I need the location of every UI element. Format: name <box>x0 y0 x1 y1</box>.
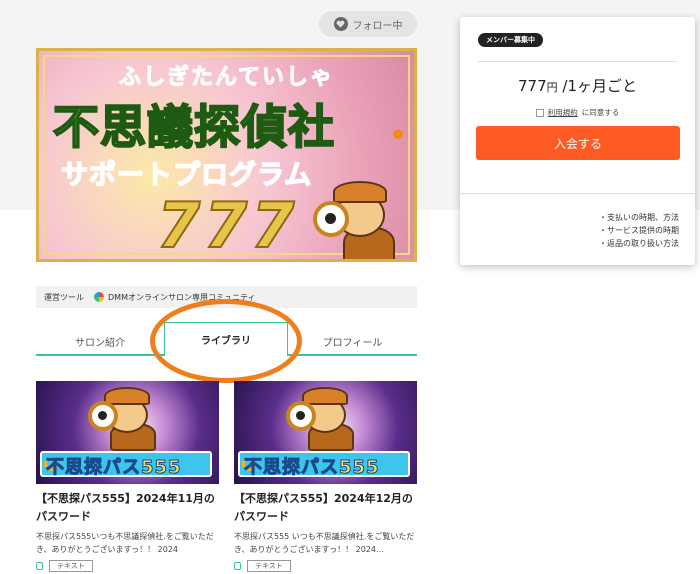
tools-label: 運営ツール <box>44 292 84 302</box>
banner-subtitle: サポートプログラム <box>60 159 313 192</box>
card-excerpt: 不思探パス555 いつも不思議探偵社.をご覧いただき、ありがとうございますっ！！… <box>234 532 415 554</box>
content-type-tag: テキスト <box>247 560 291 572</box>
salon-banner: ふしぎたんていしゃ 不思議探偵社 サポートプログラム 777 <box>36 48 417 262</box>
card-thumbnail: 不思探パス555 <box>36 381 219 484</box>
price-unit: 円 <box>546 81 558 94</box>
highlight-circle <box>150 299 302 383</box>
follow-label: フォロー中 <box>352 20 403 32</box>
terms-agreement: 利用規約 に同意する <box>460 107 695 118</box>
thumb-caption: 不思探パス555 <box>244 457 380 479</box>
lock-icon <box>36 562 43 570</box>
thumb-caption: 不思探パス555 <box>46 457 182 479</box>
content-type-tag: テキスト <box>49 560 93 572</box>
recruiting-badge: メンバー募集中 <box>478 33 543 47</box>
price-display: 777円 /1ヶ月ごと <box>460 75 695 96</box>
terms-suffix: に同意する <box>581 108 620 117</box>
library-card[interactable]: 不思探パス555 【不思探パス555】2024年12月のパスワード 不思探パス5… <box>234 381 417 572</box>
payment-policy-link[interactable]: ・支払いの時期、方法 <box>599 211 679 224</box>
dmm-logo-icon <box>94 292 104 302</box>
tab-profile[interactable]: プロフィール <box>288 326 417 356</box>
tab-salon-intro[interactable]: サロン紹介 <box>36 326 164 356</box>
card-excerpt: 不思探パス555いつも不思議探偵社.をご覧いただき、ありがとうございますっ！！ … <box>36 532 214 554</box>
banner-reading: ふしぎたんていしゃ <box>119 65 334 91</box>
join-button[interactable]: 入会する <box>476 126 680 160</box>
library-card[interactable]: 不思探パス555 【不思探パス555】2024年11月のパスワード 不思探パス5… <box>36 381 219 572</box>
checkbox-icon[interactable] <box>535 108 544 117</box>
price-amount: 777 <box>517 77 547 95</box>
lock-icon <box>234 562 241 570</box>
detective-mascot-image <box>313 179 413 259</box>
heart-icon <box>333 17 348 31</box>
follow-button[interactable]: フォロー中 <box>319 11 417 37</box>
return-policy-link[interactable]: ・返品の取り扱い方法 <box>599 237 679 250</box>
banner-title: 不思議探偵社 <box>52 99 335 155</box>
card-title[interactable]: 【不思探パス555】2024年12月のパスワード <box>234 490 417 526</box>
banner-number: 777 <box>156 188 299 262</box>
policy-links: ・支払いの時期、方法 ・サービス提供の時期 ・返品の取り扱い方法 <box>599 211 679 250</box>
card-title[interactable]: 【不思探パス555】2024年11月のパスワード <box>36 490 219 526</box>
detective-mascot-image <box>286 385 366 451</box>
membership-panel: メンバー募集中 777円 /1ヶ月ごと 利用規約 に同意する 入会する ・支払い… <box>460 17 695 265</box>
service-policy-link[interactable]: ・サービス提供の時期 <box>599 224 679 237</box>
detective-mascot-image <box>88 385 168 451</box>
terms-link[interactable]: 利用規約 <box>548 107 578 118</box>
card-thumbnail: 不思探パス555 <box>234 381 417 484</box>
price-period: /1ヶ月ごと <box>557 77 637 95</box>
